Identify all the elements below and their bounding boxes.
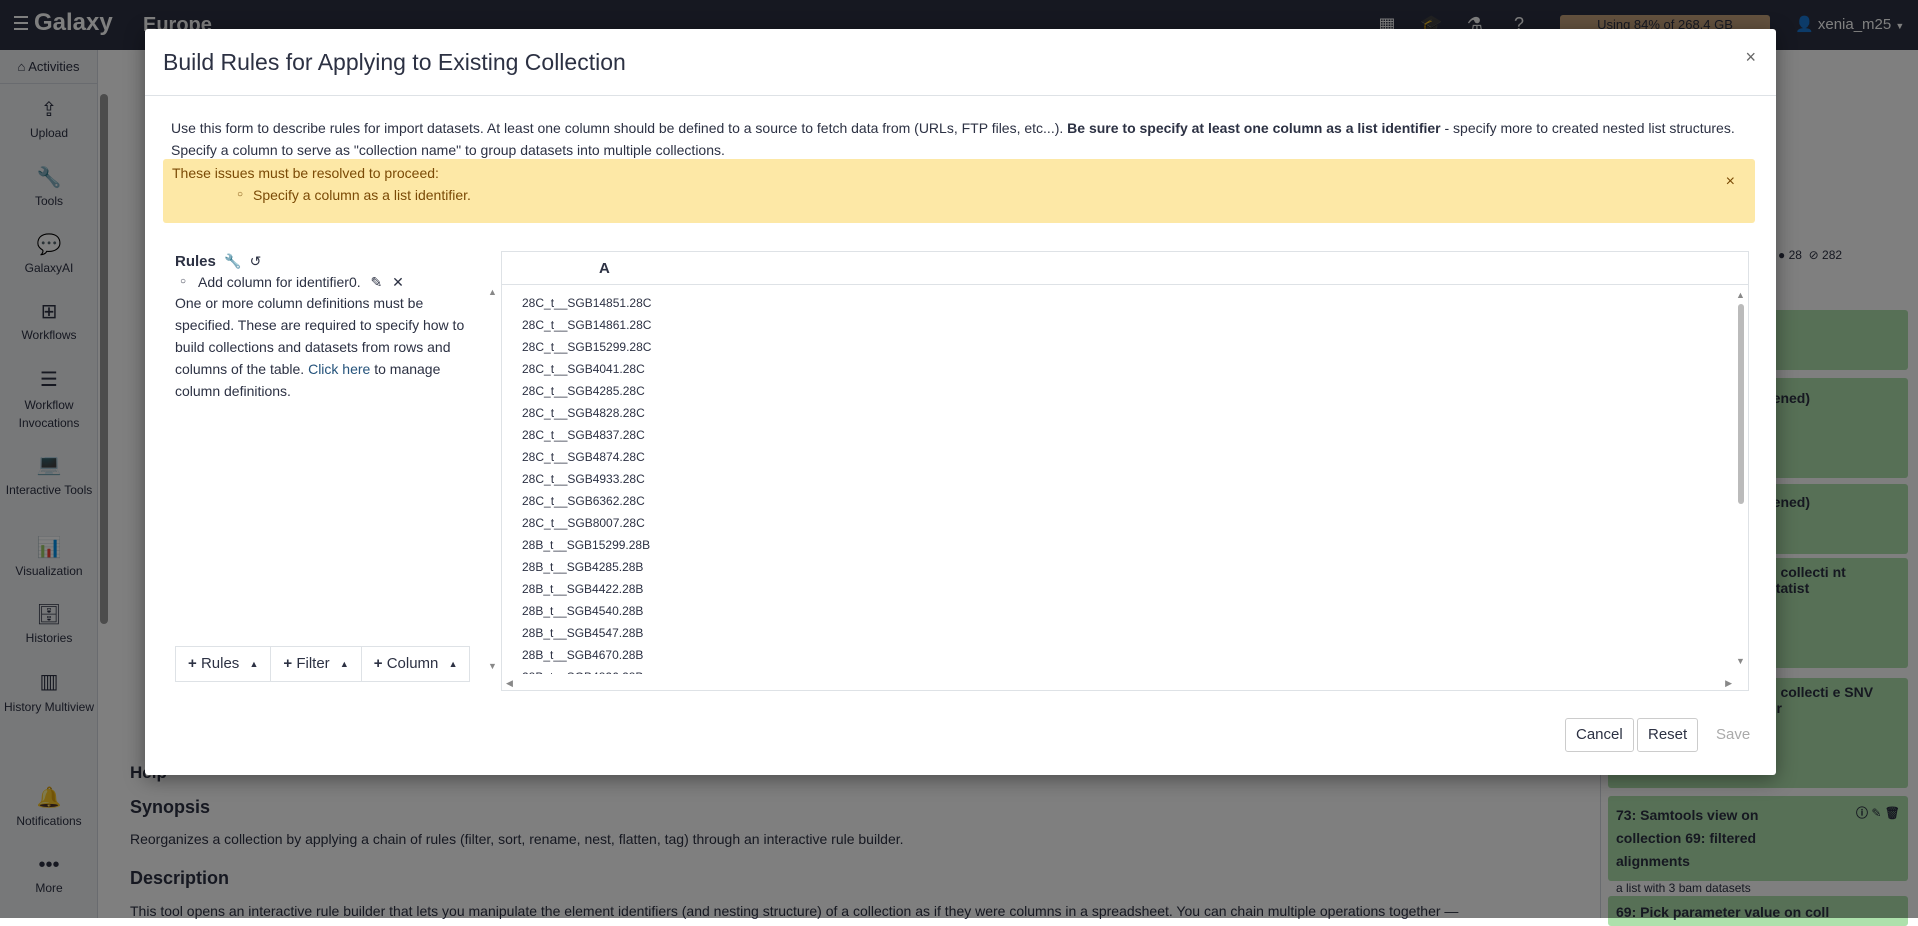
button-label: Rules bbox=[200, 655, 240, 672]
edit-icon[interactable]: ✎ bbox=[371, 274, 383, 290]
modal-header: Build Rules for Applying to Existing Col… bbox=[145, 29, 1776, 96]
add-rules-button[interactable]: + Rules ▲ bbox=[175, 646, 272, 682]
scroll-thumb[interactable] bbox=[1738, 304, 1744, 504]
scroll-up-icon[interactable]: ▲ bbox=[1736, 290, 1745, 300]
rule-builder-modal: Build Rules for Applying to Existing Col… bbox=[145, 29, 1776, 775]
column-definitions-note: One or more column definitions must be s… bbox=[175, 292, 475, 402]
plus-icon: + bbox=[188, 655, 197, 672]
table-row: 28B_t__SGB4285.28B bbox=[522, 560, 644, 574]
table-row: 28C_t__SGB4874.28C bbox=[522, 450, 645, 464]
close-icon[interactable]: × bbox=[1726, 173, 1735, 191]
table-row: 28B_t__SGB15299.28B bbox=[522, 538, 651, 552]
rules-title-label: Rules bbox=[175, 253, 216, 270]
caret-up-icon: ▲ bbox=[448, 659, 458, 670]
add-column-button[interactable]: + Column ▲ bbox=[360, 646, 471, 682]
wrench-icon[interactable]: 🔧 bbox=[224, 253, 241, 269]
validation-alert: These issues must be resolved to proceed… bbox=[163, 159, 1755, 223]
table-row: 28B_t__SGB4540.28B bbox=[522, 604, 644, 618]
table-row: 28B_t__SGB4826.28B bbox=[522, 666, 651, 674]
table-row: 28C_t__SGB14851.28C bbox=[522, 296, 652, 310]
caret-up-icon: ▲ bbox=[339, 659, 349, 670]
save-button[interactable]: Save bbox=[1705, 718, 1762, 752]
table-row: 28C_t__SGB15299.28C bbox=[522, 340, 652, 354]
rule-list-item: Add column for identifier0. ✎ ✕ bbox=[180, 274, 404, 291]
table-row: 28C_t__SGB6362.28C bbox=[522, 494, 645, 508]
rule-button-group: + Rules ▲ + Filter ▲ + Column ▲ bbox=[175, 646, 471, 682]
table-row: 28C_t__SGB4933.28C bbox=[522, 472, 645, 486]
table-row: 28C_t__SGB4041.28C bbox=[522, 362, 645, 376]
manage-columns-link[interactable]: Click here bbox=[308, 361, 370, 377]
intro-text: Use this form to describe rules for impo… bbox=[171, 120, 1068, 136]
scroll-down-icon[interactable]: ▼ bbox=[488, 661, 497, 671]
button-label: Column bbox=[386, 655, 439, 672]
rules-title: Rules 🔧 ↺ bbox=[175, 253, 261, 270]
column-header[interactable]: A bbox=[502, 252, 1748, 285]
close-icon[interactable]: ✕ bbox=[392, 274, 404, 290]
plus-icon: + bbox=[283, 655, 293, 672]
table-vertical-scrollbar[interactable]: ▲ ▼ bbox=[1736, 290, 1746, 670]
button-label: Filter bbox=[296, 655, 330, 672]
scroll-right-icon[interactable]: ▶ bbox=[1725, 678, 1732, 689]
table-horizontal-scrollbar[interactable]: ◀ ▶ bbox=[506, 678, 1744, 688]
cancel-button[interactable]: Cancel bbox=[1565, 718, 1634, 752]
modal-title: Build Rules for Applying to Existing Col… bbox=[163, 49, 626, 75]
scroll-down-icon[interactable]: ▼ bbox=[1736, 656, 1745, 666]
table-row: 28C_t__SGB4837.28C bbox=[522, 428, 645, 442]
intro-emphasis: Be sure to specify at least one column a… bbox=[1067, 120, 1441, 136]
plus-icon: + bbox=[373, 655, 383, 672]
rule-label: Add column for identifier0. bbox=[198, 274, 361, 290]
caret-up-icon: ▲ bbox=[249, 659, 259, 670]
column-header-label: A bbox=[599, 260, 610, 277]
table-row: 28C_t__SGB4828.28C bbox=[522, 406, 645, 420]
alert-item: Specify a column as a list identifier. bbox=[237, 187, 471, 203]
table-row: 28B_t__SGB4670.28B bbox=[522, 648, 644, 662]
scroll-up-icon[interactable]: ▲ bbox=[488, 287, 497, 297]
alert-heading: These issues must be resolved to proceed… bbox=[172, 165, 439, 181]
table-row: 28C_t__SGB14861.28C bbox=[522, 318, 652, 332]
rules-panel: Rules 🔧 ↺ Add column for identifier0. ✎ … bbox=[163, 251, 497, 682]
table-row: 28B_t__SGB4422.28B bbox=[522, 582, 644, 596]
table-row: 28B_t__SGB4547.28B bbox=[522, 626, 644, 640]
scroll-left-icon[interactable]: ◀ bbox=[506, 678, 513, 689]
table-row: 28C_t__SGB8007.28C bbox=[522, 516, 645, 530]
rule-builder-intro: Use this form to describe rules for impo… bbox=[171, 117, 1751, 161]
reset-button[interactable]: Reset bbox=[1637, 718, 1699, 752]
add-filter-button[interactable]: + Filter ▲ bbox=[270, 646, 362, 682]
table-row: 28C_t__SGB4285.28C bbox=[522, 384, 645, 398]
close-icon[interactable]: × bbox=[1745, 47, 1756, 68]
table-rows: 28C_t__SGB14851.28C 28C_t__SGB14861.28C 28… bbox=[522, 292, 651, 674]
rule-table: A 28C_t__SGB14851.28C 28C_t__SGB14861.28C… bbox=[501, 251, 1749, 691]
history-icon[interactable]: ↺ bbox=[250, 253, 262, 269]
